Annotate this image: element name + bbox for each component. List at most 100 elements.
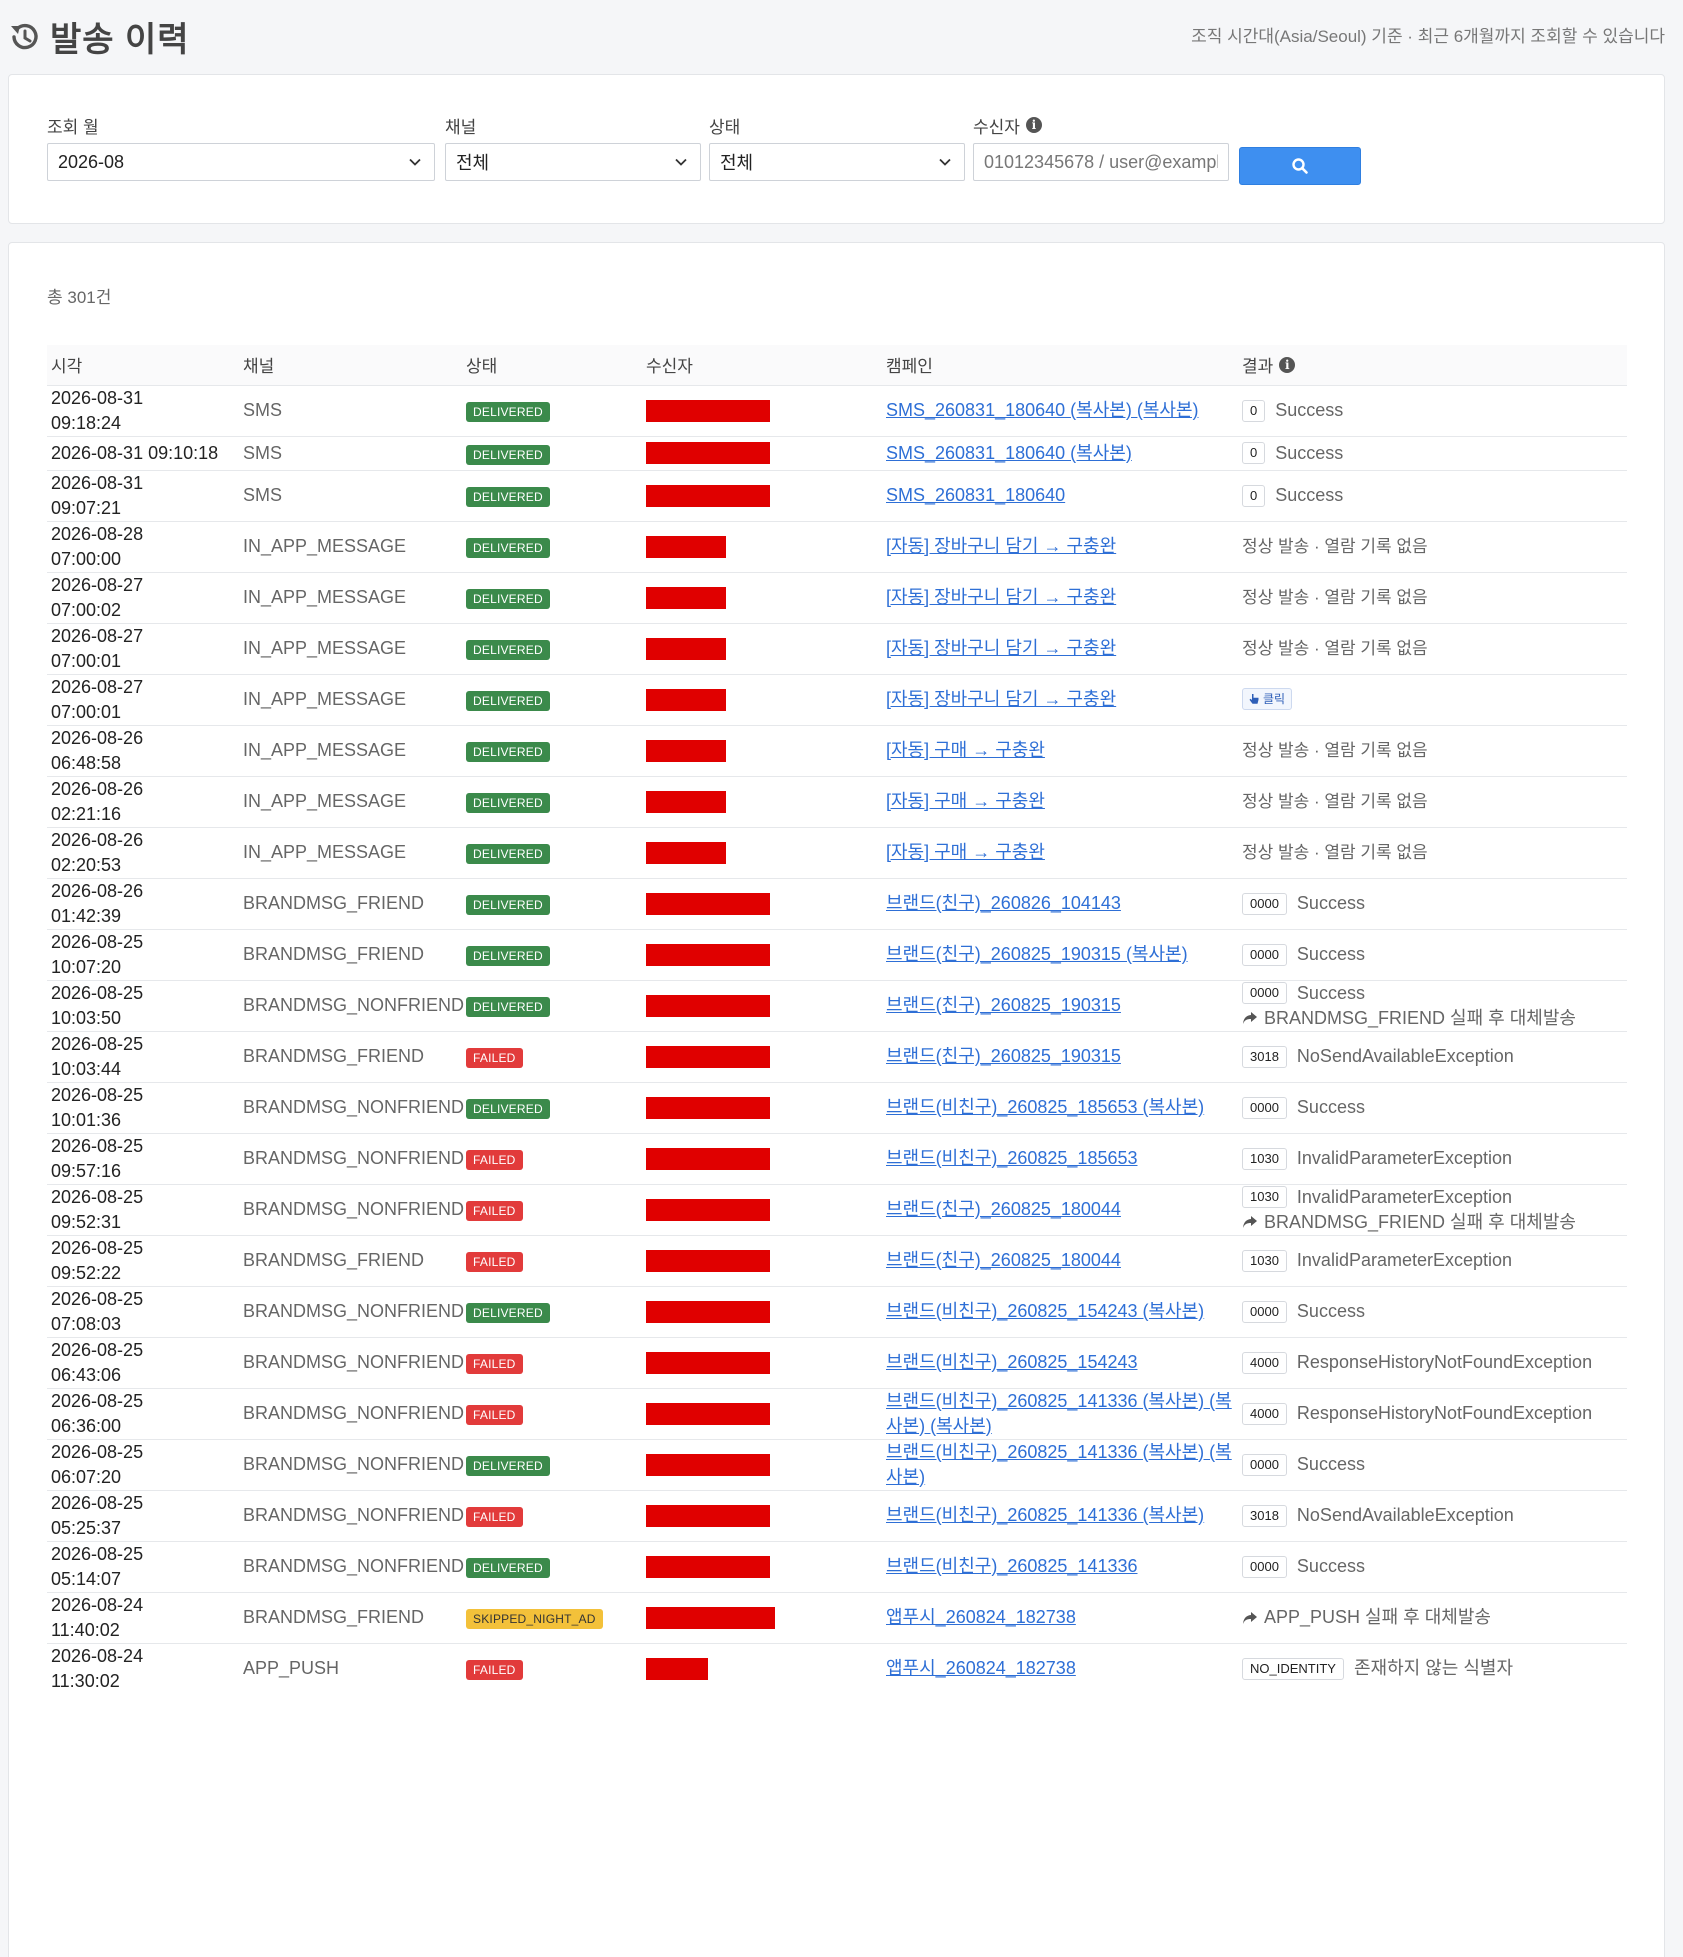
recipient-cell [642, 385, 882, 436]
status-badge: DELIVERED [466, 844, 550, 864]
campaign-link[interactable]: SMS_260831_180640 [886, 485, 1065, 505]
campaign-link[interactable]: 브랜드(비친구)_260825_154243 [886, 1352, 1138, 1372]
status-badge: DELIVERED [466, 895, 550, 915]
redacted-recipient [646, 994, 770, 1017]
time-cell: 2026-08-28 07:00:00 [47, 521, 239, 572]
campaign-link[interactable]: 브랜드(친구)_260825_180044 [886, 1250, 1121, 1270]
campaign-link[interactable]: SMS_260831_180640 (복사본) (복사본) [886, 400, 1199, 420]
sent-time: 2026-08-26 02:20:53 [51, 829, 144, 875]
campaign-link[interactable]: 브랜드(비친구)_260825_141336 [886, 1556, 1138, 1576]
campaign-link[interactable]: 브랜드(비친구)_260825_154243 (복사본) [886, 1301, 1204, 1321]
result-line: 0000 Success [1242, 1095, 1627, 1120]
campaign-link[interactable]: SMS_260831_180640 (복사본) [886, 443, 1132, 463]
status-cell: DELIVERED [462, 623, 642, 674]
campaign-link[interactable]: [자동] 구매 → 구충완 [886, 842, 1045, 862]
campaign-link[interactable]: 브랜드(비친구)_260825_141336 (복사본) (복사본) [886, 1442, 1232, 1487]
redacted-recipient [646, 586, 726, 609]
campaign-link[interactable]: 브랜드(친구)_260825_180044 [886, 1199, 1121, 1219]
campaign-link[interactable]: [자동] 장바구니 담기 → 구충완 [886, 689, 1116, 709]
table-row[interactable]: 2026-08-26 02:21:16 IN_APP_MESSAGE DELIVER… [47, 776, 1627, 827]
campaign-link[interactable]: [자동] 장바구니 담기 → 구충완 [886, 536, 1116, 556]
result-code-tag: 4000 [1242, 1351, 1287, 1374]
campaign-cell: 브랜드(친구)_260825_190315 [882, 1031, 1238, 1082]
month-select[interactable]: 2026-08 [47, 143, 435, 181]
channel-select[interactable]: 전체 [445, 143, 701, 181]
status-cell: FAILED [462, 1388, 642, 1439]
channel-cell: APP_PUSH [243, 1658, 340, 1678]
table-row[interactable]: 2026-08-25 05:25:37 BRANDMSG_NONFRIEND FAI… [47, 1490, 1627, 1541]
table-row[interactable]: 2026-08-25 05:14:07 BRANDMSG_NONFRIEND DEL… [47, 1541, 1627, 1592]
table-row[interactable]: 2026-08-26 01:42:39 BRANDMSG_FRIEND DELIVE… [47, 878, 1627, 929]
table-row[interactable]: 2026-08-27 07:00:02 IN_APP_MESSAGE DELIVER… [47, 572, 1627, 623]
table-row[interactable]: 2026-08-25 09:52:31 BRANDMSG_NONFRIEND FAI… [47, 1184, 1627, 1235]
campaign-link[interactable]: [자동] 장바구니 담기 → 구충완 [886, 638, 1116, 658]
time-cell: 2026-08-25 10:03:44 [47, 1031, 239, 1082]
campaign-cell: 브랜드(비친구)_260825_185653 (복사본) [882, 1082, 1238, 1133]
table-row[interactable]: 2026-08-25 06:36:00 BRANDMSG_NONFRIEND FAI… [47, 1388, 1627, 1439]
recipient-cell [642, 1592, 882, 1643]
info-icon[interactable]: i [1279, 356, 1296, 373]
campaign-link[interactable]: [자동] 구매 → 구충완 [886, 740, 1045, 760]
channel-cell: BRANDMSG_FRIEND [243, 1607, 425, 1627]
status-badge: SKIPPED_NIGHT_AD [466, 1609, 603, 1629]
time-cell: 2026-08-26 06:48:58 [47, 725, 239, 776]
campaign-link[interactable]: 앱푸시_260824_182738 [886, 1658, 1076, 1678]
table-row[interactable]: 2026-08-31 09:07:21 SMS DELIVERED SMS_26083… [47, 470, 1627, 521]
history-icon [8, 20, 42, 54]
campaign-link[interactable]: 브랜드(비친구)_260825_185653 [886, 1148, 1138, 1168]
campaign-cell: 브랜드(친구)_260825_190315 [882, 980, 1238, 1031]
table-row[interactable]: 2026-08-25 10:03:44 BRANDMSG_FRIEND FAILED… [47, 1031, 1627, 1082]
table-row[interactable]: 2026-08-25 10:07:20 BRANDMSG_FRIEND DELIVE… [47, 929, 1627, 980]
campaign-link[interactable]: [자동] 장바구니 담기 → 구충완 [886, 587, 1116, 607]
result-code-tag: 0000 [1242, 943, 1287, 966]
campaign-link[interactable]: [자동] 구매 → 구충완 [886, 791, 1045, 811]
result-cell: 정상 발송 · 열람 기록 없음 [1238, 572, 1627, 623]
result-message: ResponseHistoryNotFoundException [1296, 1352, 1593, 1372]
campaign-link[interactable]: 브랜드(비친구)_260825_141336 (복사본) [886, 1505, 1204, 1525]
table-row[interactable]: 2026-08-25 09:52:22 BRANDMSG_FRIEND FAILED… [47, 1235, 1627, 1286]
redacted-recipient [646, 790, 726, 813]
campaign-link[interactable]: 브랜드(친구)_260826_104143 [886, 893, 1121, 913]
campaign-link[interactable]: 브랜드(친구)_260825_190315 [886, 1046, 1121, 1066]
status-select[interactable]: 전체 [709, 143, 965, 181]
table-row[interactable]: 2026-08-24 11:30:02 APP_PUSH FAILED 앱푸시_260… [47, 1643, 1627, 1694]
table-row[interactable]: 2026-08-31 09:10:18 SMS DELIVERED SMS_26083… [47, 436, 1627, 470]
redacted-recipient [646, 1402, 770, 1425]
result-message: 존재하지 않는 식별자 [1353, 1658, 1514, 1678]
table-row[interactable]: 2026-08-31 09:18:24 SMS DELIVERED SMS_26083… [47, 385, 1627, 436]
campaign-link[interactable]: 앱푸시_260824_182738 [886, 1607, 1076, 1627]
table-row[interactable]: 2026-08-25 10:01:36 BRANDMSG_NONFRIEND DEL… [47, 1082, 1627, 1133]
info-icon[interactable]: i [1025, 117, 1042, 133]
sent-time: 2026-08-27 07:00:01 [51, 625, 144, 671]
table-row[interactable]: 2026-08-26 02:20:53 IN_APP_MESSAGE DELIVER… [47, 827, 1627, 878]
channel-cell: IN_APP_MESSAGE [243, 689, 407, 709]
status-badge: DELIVERED [466, 1303, 550, 1323]
recipient-cell [642, 1235, 882, 1286]
table-row[interactable]: 2026-08-24 11:40:02 BRANDMSG_FRIEND SKIPPE… [47, 1592, 1627, 1643]
time-cell: 2026-08-25 06:07:20 [47, 1439, 239, 1490]
page-title: 발송 이력 [50, 21, 190, 59]
table-row[interactable]: 2026-08-27 07:00:01 IN_APP_MESSAGE DELIVER… [47, 623, 1627, 674]
recipient-search-input[interactable] [973, 143, 1229, 181]
recipient-cell [642, 1388, 882, 1439]
sent-time: 2026-08-28 07:00:00 [51, 523, 144, 569]
table-row[interactable]: 2026-08-25 06:43:06 BRANDMSG_NONFRIEND FAI… [47, 1337, 1627, 1388]
result-cell: 클릭 [1238, 674, 1627, 725]
campaign-link[interactable]: 브랜드(친구)_260825_190315 [886, 995, 1121, 1015]
campaign-cell: 브랜드(비친구)_260825_141336 (복사본) (복사본) [882, 1439, 1238, 1490]
time-cell: 2026-08-25 09:52:22 [47, 1235, 239, 1286]
redacted-recipient [646, 442, 770, 464]
table-row[interactable]: 2026-08-25 10:03:50 BRANDMSG_NONFRIEND DEL… [47, 980, 1627, 1031]
table-row[interactable]: 2026-08-27 07:00:01 IN_APP_MESSAGE DELIVER… [47, 674, 1627, 725]
table-row[interactable]: 2026-08-26 06:48:58 IN_APP_MESSAGE DELIVER… [47, 725, 1627, 776]
campaign-link[interactable]: 브랜드(친구)_260825_190315 (복사본) [886, 944, 1188, 964]
table-row[interactable]: 2026-08-25 09:57:16 BRANDMSG_NONFRIEND FAI… [47, 1133, 1627, 1184]
table-row[interactable]: 2026-08-25 07:08:03 BRANDMSG_NONFRIEND DEL… [47, 1286, 1627, 1337]
channel-cell: BRANDMSG_NONFRIEND [243, 1454, 465, 1474]
status-badge: DELIVERED [466, 997, 550, 1017]
search-button[interactable] [1239, 147, 1361, 185]
table-row[interactable]: 2026-08-28 07:00:00 IN_APP_MESSAGE DELIVER… [47, 521, 1627, 572]
campaign-link[interactable]: 브랜드(비친구)_260825_185653 (복사본) [886, 1097, 1204, 1117]
campaign-link[interactable]: 브랜드(비친구)_260825_141336 (복사본) (복사본) (복사본) [886, 1391, 1232, 1436]
table-row[interactable]: 2026-08-25 06:07:20 BRANDMSG_NONFRIEND DEL… [47, 1439, 1627, 1490]
